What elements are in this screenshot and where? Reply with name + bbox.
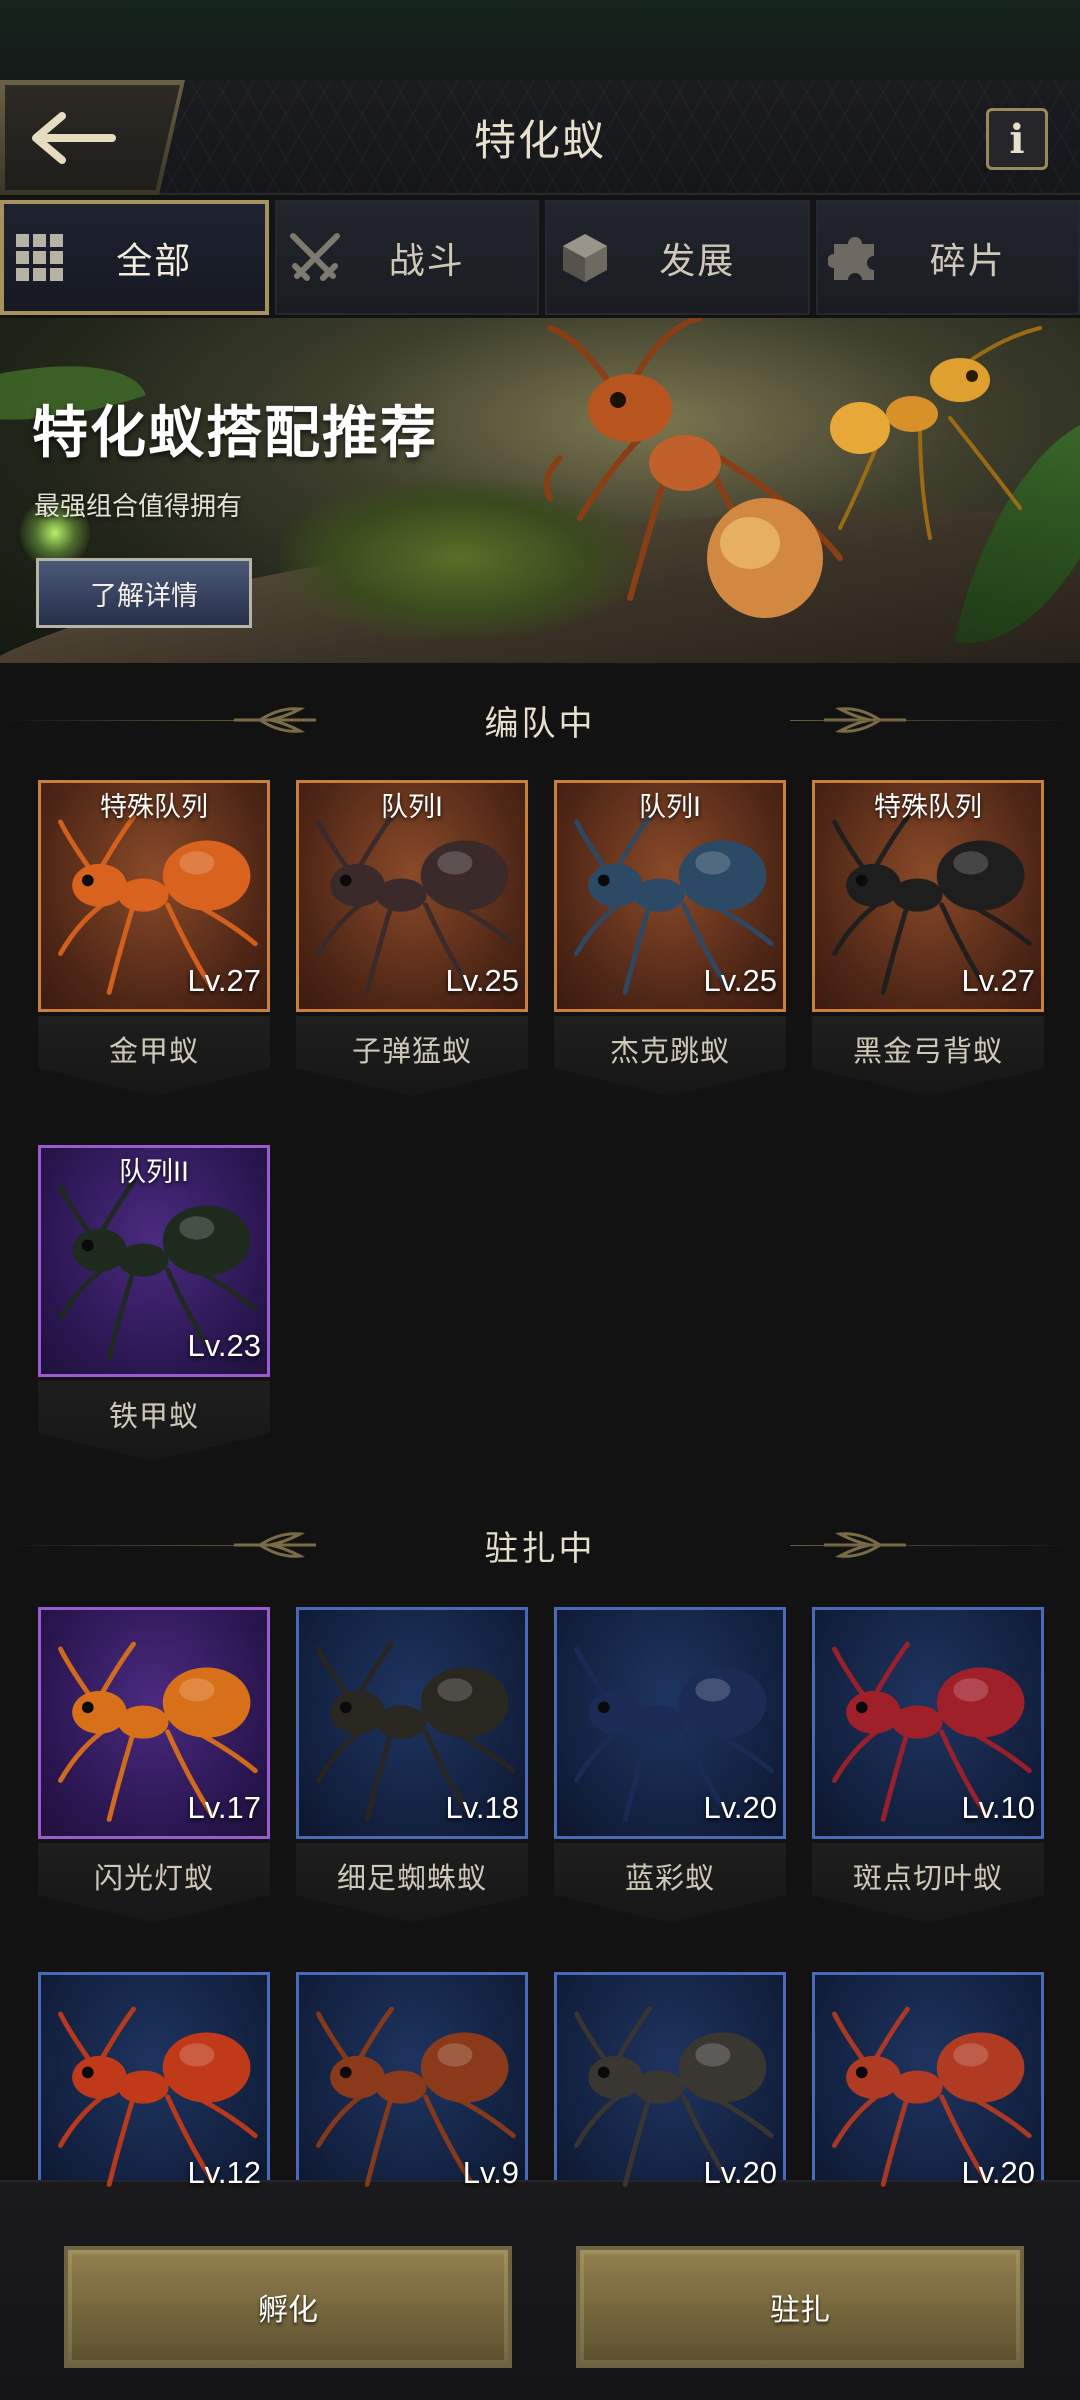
section-label: 编队中 — [484, 703, 596, 744]
ant-name-plate: 杰克跳蚁 — [554, 1016, 786, 1096]
info-button[interactable]: i — [986, 108, 1048, 170]
level-label: Lv.9 — [462, 2155, 519, 2190]
level-label: Lv.18 — [445, 1790, 519, 1825]
ant-name-plate: 黑金弓背蚁 — [812, 1016, 1044, 1096]
banner-subtitle: 最强组合值得拥有 — [34, 492, 243, 522]
ant-name-plate: 金甲蚁 — [38, 1016, 270, 1096]
ant-name: 细足蜘蛛蚁 — [336, 1861, 487, 1895]
ant-card-portrait: Lv.12 — [38, 1972, 270, 2204]
ant-name: 杰克跳蚁 — [609, 1034, 730, 1068]
back-button[interactable] — [0, 80, 185, 195]
ant-card[interactable]: Lv.18 细足蜘蛛蚁 — [296, 1607, 528, 1932]
divider-line — [790, 720, 1080, 721]
promo-banner[interactable]: 特化蚁搭配推荐 最强组合值得拥有 了解详情 — [0, 318, 1080, 663]
level-label: Lv.23 — [187, 1328, 261, 1363]
ant-name: 金甲蚁 — [108, 1034, 199, 1068]
banner-ants-illustration — [543, 318, 1042, 618]
queue-tag: 队列II — [119, 1157, 189, 1188]
wing-ornament-icon — [234, 1532, 316, 1558]
ant-card-portrait: 队列I Lv.25 — [554, 780, 786, 1012]
ant-card-portrait: Lv.18 — [296, 1607, 528, 1839]
tab-combat[interactable]: 战斗 — [274, 200, 539, 315]
learn-more-button[interactable]: 了解详情 — [36, 558, 252, 628]
queue-tag: 队列I — [639, 792, 701, 823]
tab-label: 碎片 — [929, 240, 1006, 282]
wing-ornament-icon — [234, 707, 316, 733]
ant-name-plate: 子弹猛蚁 — [296, 1016, 528, 1096]
tab-label: 战斗 — [388, 240, 465, 282]
level-label: Lv.20 — [703, 1790, 777, 1825]
ant-card-portrait: Lv.9 — [296, 1972, 528, 2204]
ant-name: 铁甲蚁 — [108, 1399, 199, 1433]
queue-tag: 特殊队列 — [100, 792, 208, 823]
level-label: Lv.25 — [703, 963, 777, 998]
divider-line — [790, 1545, 1080, 1546]
ant-card-portrait: 特殊队列 Lv.27 — [812, 780, 1044, 1012]
hatch-button[interactable]: 孵化 — [64, 2246, 512, 2368]
ant-card[interactable]: 队列II Lv.23 铁甲蚁 — [38, 1145, 270, 1470]
ant-card-portrait: Lv.10 — [812, 1607, 1044, 1839]
ant-name: 子弹猛蚁 — [351, 1034, 472, 1068]
station-button[interactable]: 驻扎 — [576, 2246, 1024, 2368]
ant-name: 斑点切叶蚁 — [852, 1861, 1003, 1895]
section-title-formation: 编队中 — [0, 690, 1080, 750]
cube-icon — [563, 233, 607, 282]
level-label: Lv.10 — [961, 1790, 1035, 1825]
queue-tag: 队列I — [381, 792, 443, 823]
puzzle-icon — [827, 236, 874, 280]
level-label: Lv.12 — [187, 2155, 261, 2190]
ant-name-plate: 铁甲蚁 — [38, 1381, 270, 1461]
category-tabs: 全部 战斗 发展 碎片 — [0, 200, 1080, 315]
ant-name: 蓝彩蚁 — [624, 1861, 715, 1895]
tab-label: 发展 — [659, 240, 736, 282]
tab-fragments[interactable]: 碎片 — [815, 200, 1080, 315]
ant-card[interactable]: Lv.10 斑点切叶蚁 — [812, 1607, 1044, 1932]
ant-card-portrait: Lv.17 — [38, 1607, 270, 1839]
ant-name-plate: 细足蜘蛛蚁 — [296, 1843, 528, 1923]
ant-name: 黑金弓背蚁 — [852, 1034, 1003, 1068]
back-arrow-icon — [32, 111, 116, 164]
bottom-action-bar: 孵化 驻扎 — [0, 2180, 1080, 2400]
ant-name-plate: 斑点切叶蚁 — [812, 1843, 1044, 1923]
level-label: Lv.27 — [187, 963, 261, 998]
app-header: 特化蚁 i — [0, 80, 1080, 195]
queue-tag: 特殊队列 — [874, 792, 982, 823]
ant-card-portrait: 队列II Lv.23 — [38, 1145, 270, 1377]
level-label: Lv.17 — [187, 1790, 261, 1825]
tab-label: 全部 — [116, 240, 193, 282]
ant-card-portrait: 队列I Lv.25 — [296, 780, 528, 1012]
ant-name-plate: 蓝彩蚁 — [554, 1843, 786, 1923]
level-label: Lv.20 — [961, 2155, 1035, 2190]
ant-name: 闪光灯蚁 — [93, 1861, 214, 1895]
ant-card-portrait: 特殊队列 Lv.27 — [38, 780, 270, 1012]
tab-all[interactable]: 全部 — [0, 200, 269, 315]
ant-card-portrait: Lv.20 — [554, 1607, 786, 1839]
level-label: Lv.27 — [961, 963, 1035, 998]
ant-card[interactable]: 特殊队列 Lv.27 金甲蚁 — [38, 780, 270, 1105]
ant-card-portrait: Lv.20 — [554, 1972, 786, 2204]
ant-card[interactable]: 队列I Lv.25 杰克跳蚁 — [554, 780, 786, 1105]
grid-icon — [16, 233, 63, 281]
ant-card[interactable]: 特殊队列 Lv.27 黑金弓背蚁 — [812, 780, 1044, 1105]
level-label: Lv.20 — [703, 2155, 777, 2190]
ant-card[interactable]: 队列I Lv.25 子弹猛蚁 — [296, 780, 528, 1105]
crossed-swords-icon — [289, 232, 340, 281]
ant-card-portrait: Lv.20 — [812, 1972, 1044, 2204]
status-bar-area — [0, 0, 1080, 80]
ant-card[interactable]: Lv.17 闪光灯蚁 — [38, 1607, 270, 1932]
ant-card[interactable]: Lv.20 蓝彩蚁 — [554, 1607, 786, 1932]
tab-development[interactable]: 发展 — [545, 200, 810, 315]
banner-title: 特化蚁搭配推荐 — [32, 401, 438, 466]
ant-name-plate: 闪光灯蚁 — [38, 1843, 270, 1923]
section-label: 驻扎中 — [484, 1528, 596, 1569]
level-label: Lv.25 — [445, 963, 519, 998]
section-title-stationed: 驻扎中 — [0, 1515, 1080, 1575]
